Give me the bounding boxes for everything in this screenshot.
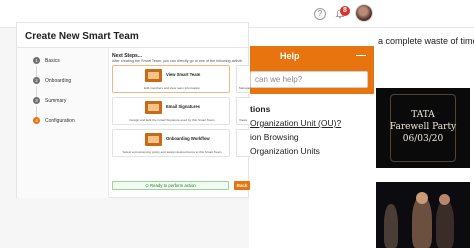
help-panel: Help — can we help? tions Organization U…: [250, 46, 374, 248]
step-number: 2: [33, 77, 40, 84]
person-face: [416, 192, 428, 204]
card-label: Onboarding Workflow: [166, 136, 210, 141]
email-icon: [145, 101, 162, 114]
card-description: Manage: [239, 86, 251, 90]
card-label: Email Signatures: [166, 104, 200, 109]
email-signatures-card[interactable]: Email Signatures Design and Edit the Gma…: [112, 97, 230, 125]
step-connector: [36, 86, 37, 97]
person-figure: [436, 200, 454, 248]
dialog-title: Create New Smart Team: [25, 31, 139, 42]
step-number: 1: [33, 57, 40, 64]
step-label: Onboarding: [45, 78, 72, 84]
create-smart-team-dialog: Create New Smart Team 1 Basics 2 Onboard…: [16, 22, 250, 198]
extra-card[interactable]: [236, 129, 250, 157]
onboarding-workflow-card[interactable]: Onboarding Workflow Select a provisionin…: [112, 129, 230, 157]
card-description: Edit members and view team information: [143, 86, 201, 90]
workflow-icon: [145, 133, 162, 146]
photo-line-1: TATA: [411, 110, 435, 120]
photo-line-2: Farewell Party: [389, 122, 457, 132]
manage-card[interactable]: Manage: [236, 65, 250, 93]
step-label: Summary: [45, 98, 67, 104]
help-link-ou[interactable]: Organization Unit (OU)?: [250, 118, 341, 128]
help-search-bar: can we help?: [250, 68, 374, 94]
ready-status: ⊙ Ready to perform action: [112, 181, 229, 190]
person-face: [439, 194, 450, 205]
card-description: Select a provisioning policy and assign …: [122, 150, 222, 154]
card-label: View Smart Team: [166, 72, 201, 77]
back-button[interactable]: Back: [234, 181, 250, 190]
ready-label: Ready to perform action: [149, 183, 196, 188]
card-description: Views: [239, 118, 248, 122]
view-smart-team-card[interactable]: View Smart Team Edit members and view te…: [112, 65, 230, 93]
help-search-input[interactable]: can we help?: [250, 71, 368, 88]
views-card[interactable]: Views: [236, 97, 250, 125]
notification-badge[interactable]: 8: [340, 6, 350, 16]
help-section-heading: tions: [250, 104, 271, 114]
team-icon: [145, 69, 162, 82]
card-description: Design and Edit the Gmail Signature used…: [129, 118, 215, 122]
minimize-button[interactable]: —: [356, 50, 366, 61]
photo-line-3: 06/03/20: [402, 134, 444, 144]
step-number: 3: [33, 97, 40, 104]
person-figure: [384, 204, 398, 248]
user-avatar[interactable]: [355, 4, 373, 22]
question-circle-icon[interactable]: ?: [314, 8, 326, 20]
next-steps-subtitle: After creating the Smart Team, you can d…: [112, 59, 242, 63]
help-link-units[interactable]: Organization Units: [250, 146, 320, 156]
help-header: Help —: [250, 46, 374, 68]
help-title: Help: [280, 51, 300, 61]
step-connector: [36, 106, 37, 117]
step-label: Configuration: [45, 118, 75, 124]
background-text: a complete waste of time: [378, 36, 474, 46]
farewell-photo: TATA Farewell Party 06/03/20: [376, 88, 470, 168]
wizard-steps: 1 Basics 2 Onboarding 3 Summary 4 Config…: [17, 48, 109, 198]
step-label: Basics: [45, 58, 60, 64]
party-photo: [376, 182, 470, 248]
step-number: 4: [33, 117, 40, 124]
help-link-browsing[interactable]: ion Browsing: [250, 132, 299, 142]
step-connector: [36, 66, 37, 77]
